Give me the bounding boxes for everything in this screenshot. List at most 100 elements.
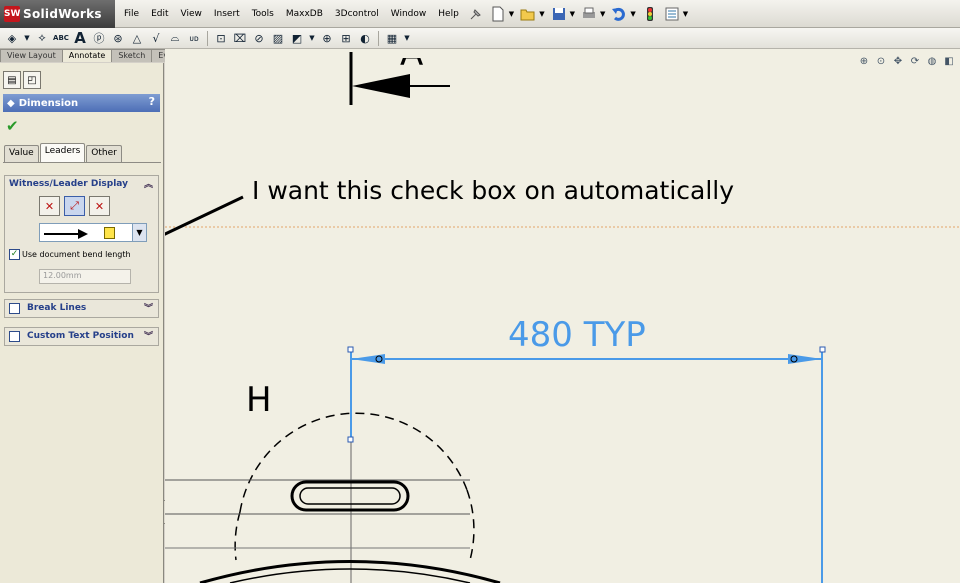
geometric-tolerance-icon[interactable]: ⌓ xyxy=(167,30,183,46)
tab-sketch[interactable]: Sketch xyxy=(111,49,153,62)
solidworks-logo[interactable]: SW SolidWorks xyxy=(0,0,115,28)
zoom-to-fit-icon[interactable]: ⊕ xyxy=(857,54,871,68)
options-dropdown-icon[interactable]: ▼ xyxy=(683,10,688,18)
feature-manager-tab-icon[interactable]: ▤ xyxy=(3,71,21,89)
slot-inner xyxy=(299,487,401,505)
revision-symbol-icon[interactable]: ⊘ xyxy=(251,30,267,46)
hole-callout-icon[interactable]: ⌧ xyxy=(232,30,248,46)
menu-insert[interactable]: Insert xyxy=(208,9,246,19)
dropdown-arrow-icon[interactable]: ▼ xyxy=(132,224,146,241)
save-dropdown-icon[interactable]: ▼ xyxy=(570,10,575,18)
witness-leader-title: Witness/Leader Display xyxy=(9,179,128,189)
tab-value[interactable]: Value xyxy=(4,145,39,162)
detail-circle xyxy=(239,412,468,513)
centerline-icon[interactable]: ⊞ xyxy=(338,30,354,46)
witness-smart-icon[interactable]: ✕ xyxy=(89,196,110,216)
menu-tools[interactable]: Tools xyxy=(246,9,280,19)
property-manager-tab-icon[interactable]: ◰ xyxy=(23,71,41,89)
bend-length-input[interactable]: 12.00mm xyxy=(39,269,131,284)
save-icon[interactable] xyxy=(551,6,567,22)
annotation-note: I want this check box on automatically xyxy=(252,176,735,205)
options-icon[interactable] xyxy=(664,6,680,22)
zoom-area-icon[interactable]: ⊙ xyxy=(874,54,888,68)
toolbar-separator xyxy=(378,30,379,46)
detail-label-h[interactable]: H xyxy=(246,380,272,420)
tab-other[interactable]: Other xyxy=(86,145,122,162)
tab-annotate[interactable]: Annotate xyxy=(61,49,113,62)
break-lines-checkbox[interactable] xyxy=(9,302,20,314)
new-doc-icon[interactable] xyxy=(490,6,506,22)
menu-3dcontrol[interactable]: 3Dcontrol xyxy=(329,9,385,19)
use-doc-bend-label: Use document bend length xyxy=(22,250,131,259)
menu-edit[interactable]: Edit xyxy=(145,9,174,19)
menu-file[interactable]: File xyxy=(118,9,145,19)
menu-help[interactable]: Help xyxy=(432,9,465,19)
use-doc-bend-checkbox[interactable]: ✓ xyxy=(9,249,20,260)
expand-chevron-icon[interactable]: ︾ xyxy=(144,329,153,342)
annotation-leader-line xyxy=(165,195,244,236)
annotation-toolbar: ◈ ▼ ⟡ ABC A ⓟ ⊛ △ √ ⌓ ᴜᴅ ⊡ ⌧ ⊘ ▨ ◩ ▼ ⊕ ⊞… xyxy=(0,28,960,49)
menu-maxxdb[interactable]: MaxxDB xyxy=(280,9,329,19)
tables-dropdown-icon[interactable]: ▼ xyxy=(403,30,411,46)
area-hatch-icon[interactable]: ▨ xyxy=(270,30,286,46)
arrow-style-line xyxy=(44,233,82,235)
rotate-icon[interactable]: ⟳ xyxy=(908,54,922,68)
dimension-arrow-left xyxy=(351,354,385,364)
heads-up-view-toolbar: ⊕ ⊙ ✥ ⟳ ◍ ◧ xyxy=(857,54,956,68)
open-icon[interactable] xyxy=(520,6,536,22)
custom-text-position-header[interactable]: Custom Text Position ︾ xyxy=(5,328,158,344)
hide-show-icon[interactable]: ◍ xyxy=(925,54,939,68)
pan-icon[interactable]: ✥ xyxy=(891,54,905,68)
center-mark-icon[interactable]: ⊕ xyxy=(319,30,335,46)
menu-window[interactable]: Window xyxy=(385,9,433,19)
blocks-icon[interactable]: ◩ xyxy=(289,30,305,46)
witness-inside-icon[interactable]: ⤢ xyxy=(64,196,85,216)
menu-view[interactable]: View xyxy=(175,9,208,19)
expand-chevron-icon[interactable]: ︾ xyxy=(144,301,153,314)
surface-finish-icon[interactable]: △ xyxy=(129,30,145,46)
spell-check-icon[interactable]: ABC xyxy=(53,30,69,46)
tables-icon[interactable]: ▦ xyxy=(384,30,400,46)
break-lines-header[interactable]: Break Lines ︾ xyxy=(5,300,158,316)
custom-text-position-group: Custom Text Position ︾ xyxy=(4,327,159,346)
grip-point xyxy=(819,346,826,353)
note-icon[interactable]: A xyxy=(72,29,88,47)
break-lines-title: Break Lines xyxy=(27,303,87,313)
new-dropdown-icon[interactable]: ▼ xyxy=(509,10,514,18)
detail-circle-left xyxy=(234,511,241,561)
custom-text-position-checkbox[interactable] xyxy=(9,330,20,342)
undo-icon[interactable] xyxy=(611,6,627,22)
ok-check-icon[interactable]: ✔ xyxy=(6,117,19,135)
print-icon[interactable] xyxy=(581,6,597,22)
datum-feature-icon[interactable]: ᴜᴅ xyxy=(186,30,202,46)
undo-dropdown-icon[interactable]: ▼ xyxy=(630,10,635,18)
tab-divider xyxy=(3,162,161,163)
witness-leader-header[interactable]: Witness/Leader Display ︽ xyxy=(5,176,158,192)
arrow-style-select[interactable]: ▼ xyxy=(39,223,147,242)
witness-outside-icon[interactable]: ✕ xyxy=(39,196,60,216)
display-style-icon[interactable]: ◐ xyxy=(357,30,373,46)
custom-text-position-title: Custom Text Position xyxy=(27,331,134,341)
property-manager-title: Dimension xyxy=(18,97,79,109)
balloon-icon[interactable]: ⓟ xyxy=(91,30,107,46)
traffic-light-icon[interactable] xyxy=(642,6,658,22)
smart-dimension-dropdown-icon[interactable]: ▼ xyxy=(23,30,31,46)
dimension-text[interactable]: 480 TYP xyxy=(508,315,646,355)
collapse-chevron-icon[interactable]: ︽ xyxy=(144,177,153,190)
smart-dimension-icon[interactable]: ◈ xyxy=(4,30,20,46)
help-button[interactable]: ? xyxy=(149,95,155,108)
print-dropdown-icon[interactable]: ▼ xyxy=(600,10,605,18)
open-dropdown-icon[interactable]: ▼ xyxy=(539,10,544,18)
pin-icon[interactable] xyxy=(468,6,484,22)
tab-leaders[interactable]: Leaders xyxy=(39,143,86,162)
weld-symbol-icon[interactable]: √ xyxy=(148,30,164,46)
document-style-icon xyxy=(104,227,115,239)
display-style-icon[interactable]: ◧ xyxy=(942,54,956,68)
arrow-style-head xyxy=(78,229,88,239)
dimension-arrow-right xyxy=(788,354,822,364)
model-items-icon[interactable]: ⟡ xyxy=(34,30,50,46)
tab-view-layout[interactable]: View Layout xyxy=(0,49,63,62)
auto-balloon-icon[interactable]: ⊛ xyxy=(110,30,126,46)
blocks-dropdown-icon[interactable]: ▼ xyxy=(308,30,316,46)
datum-target-icon[interactable]: ⊡ xyxy=(213,30,229,46)
